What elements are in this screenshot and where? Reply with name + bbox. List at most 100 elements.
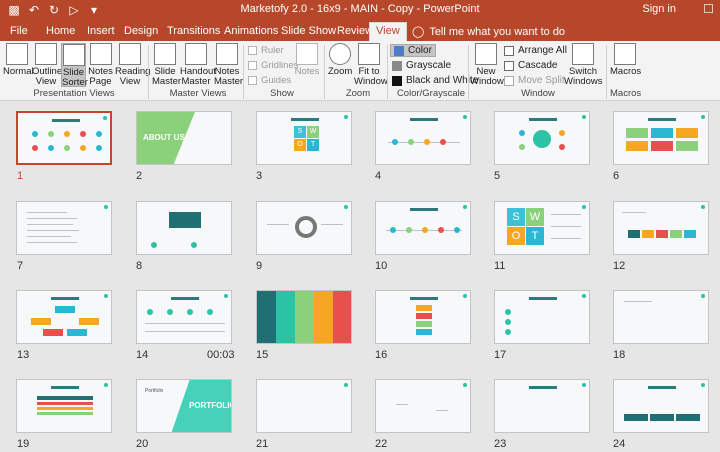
slide-thumbnail-1[interactable] (16, 111, 112, 165)
notes-button[interactable]: Notes (294, 43, 320, 77)
fit-to-window-button[interactable]: Fit to Window (354, 43, 388, 87)
slide-header (410, 297, 438, 300)
bullet-icon (80, 145, 86, 151)
text-line (27, 230, 79, 231)
slide-thumbnail-6[interactable] (613, 111, 709, 165)
logo-icon (701, 115, 705, 119)
slide-thumbnail-8[interactable] (136, 201, 232, 255)
slide-thumbnail-9[interactable] (256, 201, 352, 255)
slide-sorter-button[interactable]: Slide Sorter (61, 43, 88, 88)
outline-view-label: Outline View (32, 66, 63, 87)
donut-chart (295, 216, 317, 238)
reading-view-button[interactable]: Reading View (115, 43, 150, 87)
notes-page-button[interactable]: Notes Page (88, 43, 113, 87)
slide-title: PORTFOLIO (189, 401, 232, 410)
logo-icon (701, 205, 705, 209)
tab-home[interactable]: Home (40, 23, 81, 41)
slide-thumbnail-13[interactable] (16, 290, 112, 344)
swot-s: S (294, 126, 306, 138)
slide-thumbnail-19[interactable] (16, 379, 112, 433)
tell-me-box[interactable]: ◯ Tell me what you want to do (412, 25, 565, 39)
tab-file[interactable]: File (4, 23, 34, 41)
slide-number: 6 (613, 170, 620, 182)
macros-button[interactable]: Macros (610, 43, 641, 77)
gridlines-checkbox-box (248, 61, 257, 70)
slide-thumbnail-4[interactable] (375, 111, 471, 165)
slide-thumbnail-23[interactable] (494, 379, 590, 433)
guides-checkbox[interactable]: Guides (248, 75, 291, 86)
slide-number: 13 (17, 349, 30, 361)
handout-master-label: Handout Master (180, 66, 216, 87)
slide-thumbnail-3[interactable]: S W O T (256, 111, 352, 165)
slide-thumbnail-21[interactable] (256, 379, 352, 433)
window-title: Marketofy 2.0 - 16x9 - MAIN - Copy - Pow… (240, 3, 480, 15)
bullet-icon (96, 131, 102, 137)
group-divider (468, 45, 469, 99)
slide-thumbnail-7[interactable] (16, 201, 112, 255)
slide-number: 2 (136, 170, 143, 182)
zoom-button[interactable]: Zoom (328, 43, 352, 77)
slide-thumbnail-5[interactable] (494, 111, 590, 165)
slide-number: 15 (256, 349, 269, 361)
handout-master-button[interactable]: Handout Master (180, 43, 216, 87)
title-bar: ▩ ↶ ↻ ▷ ▾ Marketofy 2.0 - 16x9 - MAIN - … (0, 0, 720, 20)
text-line (145, 323, 225, 324)
tab-transitions[interactable]: Transitions (161, 23, 226, 41)
text-line (27, 236, 71, 237)
outline-view-button[interactable]: Outline View (32, 43, 63, 87)
timeline-dot (438, 227, 444, 233)
color-label: Color (408, 45, 432, 56)
new-window-button[interactable]: New Window (470, 43, 504, 87)
gridlines-label: Gridlines (261, 60, 299, 71)
slide-master-label: Slide Master (152, 66, 182, 87)
org-box (31, 318, 51, 325)
arrow-block (416, 329, 432, 335)
color-option[interactable]: Color (390, 44, 436, 57)
normal-view-button[interactable]: Normal (3, 43, 34, 77)
slide-header (648, 118, 676, 121)
slide-thumbnail-12[interactable] (613, 201, 709, 255)
fit-to-window-icon (358, 43, 380, 65)
slide-thumbnail-2[interactable]: ABOUT US (136, 111, 232, 165)
switch-windows-button[interactable]: Switch Windows (564, 43, 603, 87)
notes-master-button[interactable]: Notes Master (214, 43, 243, 87)
sign-in-link[interactable]: Sign in (642, 3, 676, 15)
slide-header (51, 297, 79, 300)
slide-thumbnail-14[interactable] (136, 290, 232, 344)
tab-design[interactable]: Design (118, 23, 164, 41)
tab-view[interactable]: View (369, 22, 407, 41)
logo-icon (463, 115, 467, 119)
bullet-icon (559, 130, 565, 136)
slide-thumbnail-20[interactable]: Portfolio PORTFOLIO (136, 379, 232, 433)
slide-thumbnail-22[interactable] (375, 379, 471, 433)
grayscale-option[interactable]: Grayscale (392, 60, 451, 71)
zoom-label: Zoom (328, 66, 353, 77)
slide-thumbnail-11[interactable]: S W O T (494, 201, 590, 255)
logo-icon (582, 205, 586, 209)
slide-thumbnail-10[interactable] (375, 201, 471, 255)
slide-thumbnail-15[interactable] (256, 290, 352, 344)
black-and-white-option[interactable]: Black and White (392, 75, 478, 86)
group-divider (148, 45, 149, 99)
restore-window-icon[interactable]: ☐ (703, 2, 714, 16)
text-line (551, 238, 581, 239)
arrange-all-button[interactable]: Arrange All (504, 45, 567, 56)
logo-icon (463, 294, 467, 298)
slide-thumbnail-18[interactable] (613, 290, 709, 344)
cascade-button[interactable]: Cascade (504, 60, 557, 71)
tab-insert[interactable]: Insert (81, 23, 121, 41)
normal-view-label: Normal (3, 66, 34, 77)
ruler-checkbox[interactable]: Ruler (248, 45, 284, 56)
bullet-icon (147, 309, 153, 315)
bullet-icon (519, 144, 525, 150)
slide-thumbnail-24[interactable] (613, 379, 709, 433)
org-box (670, 230, 682, 238)
guides-label: Guides (261, 75, 292, 86)
slide-master-button[interactable]: Slide Master (152, 43, 182, 87)
slide-header (410, 118, 438, 121)
gridlines-checkbox[interactable]: Gridlines (248, 60, 299, 71)
slide-thumbnail-17[interactable] (494, 290, 590, 344)
text-line (267, 224, 289, 225)
move-split-button[interactable]: Move Split (504, 75, 565, 86)
slide-thumbnail-16[interactable] (375, 290, 471, 344)
